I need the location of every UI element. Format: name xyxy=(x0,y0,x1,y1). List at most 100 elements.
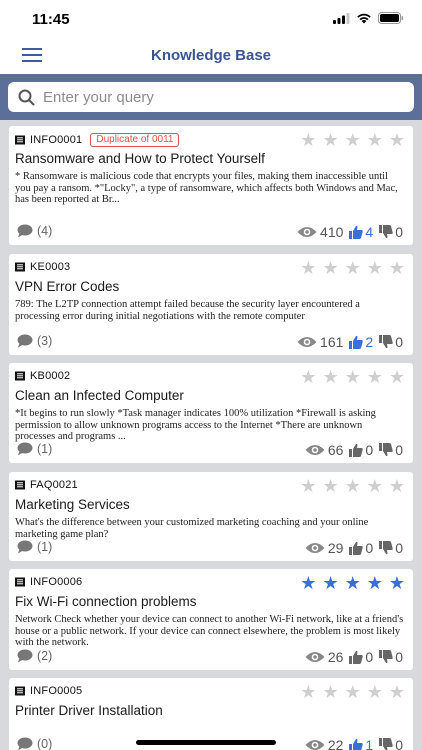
status-time: 11:45 xyxy=(32,11,70,28)
wifi-icon xyxy=(357,13,371,23)
search-box[interactable] xyxy=(8,82,414,112)
star-icon[interactable]: ★ xyxy=(345,259,361,277)
star-icon[interactable]: ★ xyxy=(322,683,338,701)
search-input[interactable] xyxy=(43,88,383,106)
star-icon[interactable]: ★ xyxy=(345,477,361,495)
eye-icon xyxy=(305,740,325,750)
star-icon[interactable]: ★ xyxy=(300,131,316,149)
comment-count[interactable]: (0) xyxy=(17,737,52,750)
star-icon[interactable]: ★ xyxy=(322,368,338,386)
star-rating[interactable]: ★ ★ ★ ★ ★ xyxy=(300,683,405,701)
view-count: 29 xyxy=(327,540,344,556)
home-indicator[interactable] xyxy=(136,740,276,745)
star-icon[interactable]: ★ xyxy=(345,574,361,592)
dislike-count: 0 xyxy=(395,737,403,750)
like-count: 1 xyxy=(365,737,374,750)
star-icon[interactable]: ★ xyxy=(300,368,316,386)
nav-bar: Knowledge Base xyxy=(0,38,422,74)
article-id: KB0002 xyxy=(30,370,71,382)
article-card[interactable]: KE0003 ★ ★ ★ ★ ★ VPN Error Codes 789: The L2… xyxy=(9,254,413,355)
comment-count-text: (3) xyxy=(37,334,53,348)
comment-icon xyxy=(17,649,33,663)
status-icons xyxy=(333,12,404,24)
star-icon[interactable]: ★ xyxy=(367,477,383,495)
dislike-count: 0 xyxy=(395,649,403,665)
like-count: 2 xyxy=(365,334,374,350)
comment-icon xyxy=(17,737,33,750)
star-rating[interactable]: ★ ★ ★ ★ ★ xyxy=(300,131,405,149)
thumbs-up-icon[interactable] xyxy=(349,738,364,750)
star-icon[interactable]: ★ xyxy=(300,259,316,277)
star-icon[interactable]: ★ xyxy=(322,477,338,495)
article-title: Marketing Services xyxy=(15,497,130,512)
thumbs-up-icon[interactable] xyxy=(349,650,364,664)
star-icon[interactable]: ★ xyxy=(345,131,361,149)
star-icon[interactable]: ★ xyxy=(367,683,383,701)
search-icon xyxy=(18,89,35,105)
article-stats: 26 0 0 xyxy=(305,649,403,665)
view-count: 26 xyxy=(327,649,344,665)
star-icon[interactable]: ★ xyxy=(389,574,405,592)
star-icon[interactable]: ★ xyxy=(345,368,361,386)
star-icon[interactable]: ★ xyxy=(322,574,338,592)
article-stats: 22 1 0 xyxy=(305,737,403,750)
article-card[interactable]: FAQ0021 ★ ★ ★ ★ ★ Marketing Services What's … xyxy=(9,472,413,561)
star-icon[interactable]: ★ xyxy=(389,683,405,701)
search-bar xyxy=(0,74,422,120)
eye-icon xyxy=(297,337,317,347)
star-icon[interactable]: ★ xyxy=(300,477,316,495)
comment-count-text: (0) xyxy=(37,737,53,750)
eye-icon xyxy=(305,652,325,662)
eye-icon xyxy=(305,445,325,455)
star-icon[interactable]: ★ xyxy=(389,368,405,386)
view-count: 66 xyxy=(327,442,344,458)
article-title: Printer Driver Installation xyxy=(15,703,163,718)
comment-count[interactable]: (1) xyxy=(17,540,52,554)
star-icon[interactable]: ★ xyxy=(389,477,405,495)
thumbs-down-icon[interactable] xyxy=(379,225,393,239)
thumbs-up-icon[interactable] xyxy=(349,225,364,239)
article-stats: 161 2 0 xyxy=(297,334,403,350)
view-count: 22 xyxy=(327,737,344,750)
duplicate-badge: Duplicate of 0011 xyxy=(90,133,180,147)
thumbs-up-icon[interactable] xyxy=(349,541,364,555)
like-count: 4 xyxy=(365,224,374,240)
comment-count[interactable]: (1) xyxy=(17,442,52,456)
thumbs-down-icon[interactable] xyxy=(379,541,393,555)
star-icon[interactable]: ★ xyxy=(367,259,383,277)
star-icon[interactable]: ★ xyxy=(300,574,316,592)
article-excerpt: 789: The L2TP connection attempt failed … xyxy=(15,299,360,322)
thumbs-down-icon[interactable] xyxy=(379,335,393,349)
article-icon xyxy=(15,135,25,145)
thumbs-up-icon[interactable] xyxy=(349,443,364,457)
thumbs-up-icon[interactable] xyxy=(349,335,364,349)
article-card[interactable]: INFO0006 ★ ★ ★ ★ ★ Fix Wi-Fi connection prob… xyxy=(9,569,413,670)
star-rating[interactable]: ★ ★ ★ ★ ★ xyxy=(300,259,405,277)
star-icon[interactable]: ★ xyxy=(367,574,383,592)
star-icon[interactable]: ★ xyxy=(322,259,338,277)
star-rating[interactable]: ★ ★ ★ ★ ★ xyxy=(300,368,405,386)
star-rating[interactable]: ★ ★ ★ ★ ★ xyxy=(300,477,405,495)
thumbs-down-icon[interactable] xyxy=(379,650,393,664)
comment-count[interactable]: (3) xyxy=(17,334,52,348)
article-card[interactable]: INFO0001 Duplicate of 0011 ★ ★ ★ ★ ★ Ransomw… xyxy=(9,126,413,245)
comment-count-text: (4) xyxy=(37,224,53,238)
star-icon[interactable]: ★ xyxy=(367,131,383,149)
article-card[interactable]: KB0002 ★ ★ ★ ★ ★ Clean an Infected Computer … xyxy=(9,363,413,463)
eye-icon xyxy=(297,227,317,237)
star-icon[interactable]: ★ xyxy=(389,259,405,277)
battery-icon xyxy=(378,12,404,24)
star-rating[interactable]: ★ ★ ★ ★ ★ xyxy=(300,574,405,592)
star-icon[interactable]: ★ xyxy=(322,131,338,149)
star-icon[interactable]: ★ xyxy=(367,368,383,386)
thumbs-down-icon[interactable] xyxy=(379,738,393,750)
star-icon[interactable]: ★ xyxy=(300,683,316,701)
comment-count[interactable]: (2) xyxy=(17,649,52,663)
comment-count[interactable]: (4) xyxy=(17,224,52,238)
status-bar: 11:45 xyxy=(0,0,422,38)
like-count: 0 xyxy=(365,649,374,665)
article-title: Ransomware and How to Protect Yourself xyxy=(15,151,265,166)
thumbs-down-icon[interactable] xyxy=(379,443,393,457)
star-icon[interactable]: ★ xyxy=(345,683,361,701)
star-icon[interactable]: ★ xyxy=(389,131,405,149)
